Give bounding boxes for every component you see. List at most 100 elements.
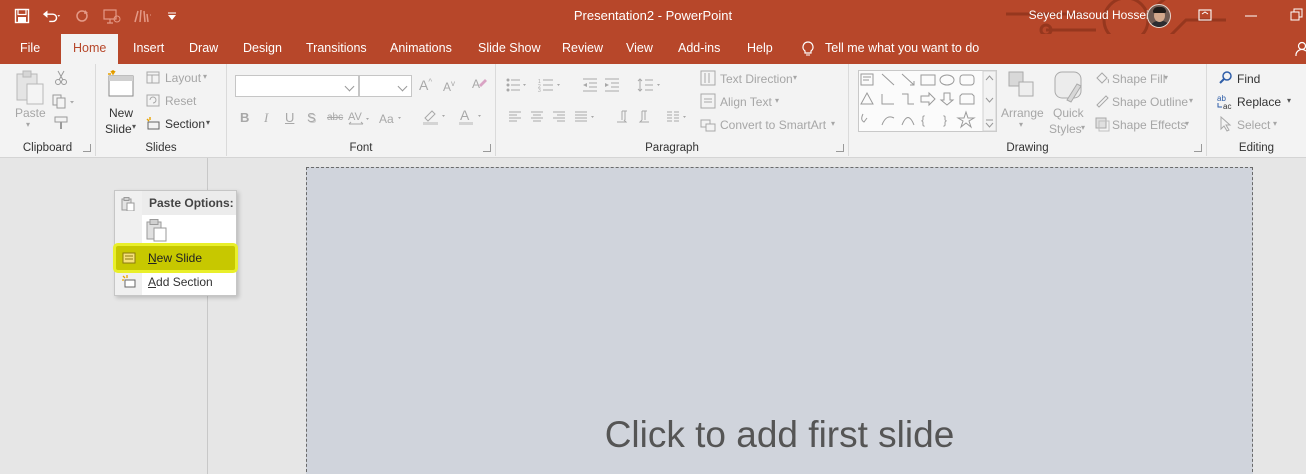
shape-fill-dropdown-icon[interactable]: ▾ [1164,73,1168,82]
character-spacing-icon[interactable]: AV [348,110,370,129]
increase-indent-icon[interactable] [604,78,620,95]
restore-icon[interactable] [1290,8,1304,22]
font-color-icon[interactable]: A [459,107,487,129]
quick-styles-icon[interactable] [1053,70,1085,107]
shape-outline-dropdown-icon[interactable]: ▾ [1189,96,1193,105]
shape-effects-icon[interactable] [1094,116,1110,135]
justify-icon[interactable] [574,111,598,126]
shape-fill-icon[interactable] [1094,70,1110,89]
italic-button[interactable]: I [264,110,268,126]
share-icon[interactable] [1294,41,1306,57]
bold-button[interactable]: B [240,110,249,125]
decrease-indent-icon[interactable] [582,78,598,95]
paragraph-launcher-icon[interactable] [836,144,844,152]
tab-draw[interactable]: Draw [189,41,218,55]
shape-fill-label[interactable]: Shape Fill [1112,72,1165,86]
font-size-dropdown-icon[interactable] [397,81,408,92]
columns-icon[interactable] [666,111,690,126]
shadow-button[interactable]: S [307,110,316,125]
clear-formatting-icon[interactable]: A [471,76,487,95]
select-label[interactable]: Select [1237,118,1270,132]
clipboard-launcher-icon[interactable] [83,144,91,152]
arrange-icon[interactable] [1007,70,1037,105]
avatar[interactable] [1147,4,1171,28]
text-direction-dropdown-icon[interactable]: ▾ [793,73,797,82]
tab-transitions[interactable]: Transitions [306,41,367,55]
format-painter-icon[interactable] [54,116,70,133]
find-icon[interactable] [1219,71,1233,88]
bullets-icon[interactable] [506,78,530,95]
section-label[interactable]: Section [165,117,205,131]
find-label[interactable]: Find [1237,72,1260,86]
cut-icon[interactable] [54,70,68,89]
smartart-dropdown-icon[interactable]: ▾ [831,119,835,128]
shape-outline-label[interactable]: Shape Outline [1112,95,1188,109]
new-slide-dropdown-icon[interactable]: ▾ [132,122,136,131]
first-slide-placeholder[interactable]: Click to add first slide [306,167,1253,474]
quick-styles-dropdown-icon[interactable]: ▾ [1081,123,1085,132]
change-case-icon[interactable]: Aa [379,111,403,128]
tab-slide-show[interactable]: Slide Show [478,41,541,55]
copy-icon[interactable] [52,94,78,113]
paste-label[interactable]: Paste [15,106,46,120]
tab-review[interactable]: Review [562,41,603,55]
quick-styles-label-line1[interactable]: Quick [1053,106,1084,120]
highlight-color-icon[interactable] [422,108,448,129]
user-name[interactable]: Seyed Masoud Hosseini [1029,8,1158,22]
strikethrough-button[interactable]: abc [327,112,343,123]
line-spacing-icon[interactable] [637,78,663,95]
convert-smartart-label[interactable]: Convert to SmartArt [720,118,826,132]
drawing-launcher-icon[interactable] [1194,144,1202,152]
tab-home[interactable]: Home [61,34,119,64]
layout-label[interactable]: Layout [165,71,201,85]
tab-file[interactable]: File [20,41,40,55]
new-slide-label-line2[interactable]: Slide [105,122,132,136]
align-text-icon[interactable] [700,93,716,112]
arrange-dropdown-icon[interactable]: ▾ [1019,120,1023,129]
tab-design[interactable]: Design [243,41,282,55]
ribbon-display-options-icon[interactable] [1198,8,1212,22]
tab-view[interactable]: View [626,41,653,55]
replace-label[interactable]: Replace [1237,95,1281,109]
arrange-label[interactable]: Arrange [1001,106,1044,120]
text-direction-icon[interactable] [700,70,716,89]
left-to-right-icon[interactable] [616,110,630,127]
tab-add-ins[interactable]: Add-ins [678,41,720,55]
context-menu-new-slide[interactable]: New Slide [116,246,235,270]
grow-font-button[interactable]: A^ [419,77,432,93]
select-dropdown-icon[interactable]: ▾ [1273,119,1277,128]
quick-styles-label-line2[interactable]: Styles [1049,122,1082,136]
reset-label[interactable]: Reset [165,94,196,108]
shapes-gallery[interactable]: { } [858,70,998,135]
align-text-label[interactable]: Align Text [720,95,772,109]
numbering-icon[interactable]: 123 [538,78,564,95]
align-left-icon[interactable] [508,111,522,126]
minimize-icon[interactable] [1244,8,1258,22]
select-icon[interactable] [1219,115,1233,135]
font-launcher-icon[interactable] [483,144,491,152]
layout-dropdown-icon[interactable]: ▾ [203,72,207,81]
section-icon[interactable] [146,117,160,133]
shape-effects-dropdown-icon[interactable]: ▾ [1185,119,1189,128]
replace-icon[interactable]: ab ac [1216,93,1236,114]
align-center-icon[interactable] [530,111,544,126]
paste-keep-source-icon[interactable] [145,218,169,245]
smartart-icon[interactable] [700,116,716,135]
paste-icon[interactable] [14,70,46,109]
align-text-dropdown-icon[interactable]: ▾ [775,96,779,105]
reset-icon[interactable] [146,94,160,110]
section-dropdown-icon[interactable]: ▾ [206,118,210,127]
tell-me-search[interactable]: Tell me what you want to do [801,41,979,57]
layout-icon[interactable] [146,71,160,87]
new-slide-icon[interactable] [106,70,136,103]
font-name-combo[interactable] [235,75,359,97]
new-slide-label-line1[interactable]: New [109,106,133,120]
replace-dropdown-icon[interactable]: ▾ [1287,96,1291,105]
shrink-font-button[interactable]: Av [443,79,455,94]
text-direction-label[interactable]: Text Direction [720,72,793,86]
paste-dropdown-icon[interactable]: ▾ [26,120,30,129]
align-right-icon[interactable] [552,111,566,126]
font-size-combo[interactable] [359,75,412,97]
tab-help[interactable]: Help [747,41,773,55]
right-to-left-icon[interactable] [636,110,650,127]
